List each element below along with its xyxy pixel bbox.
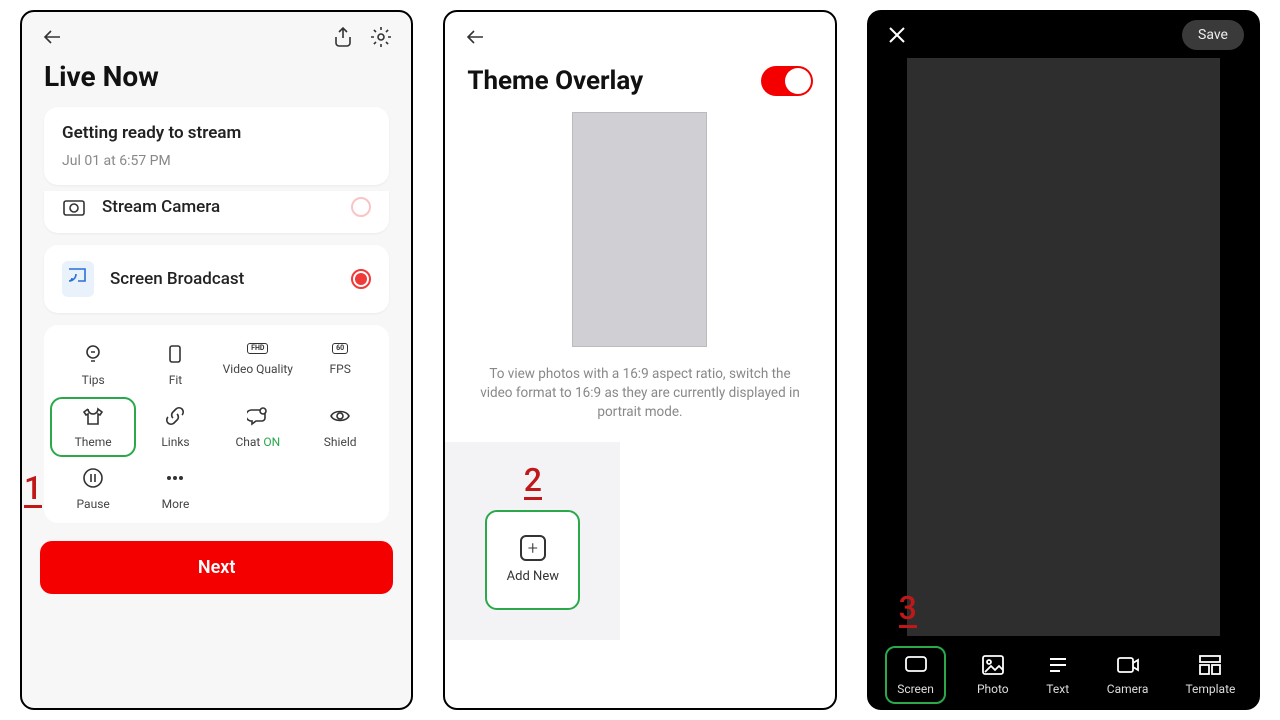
- status-title: Getting ready to stream: [62, 123, 371, 143]
- header: [22, 12, 411, 54]
- screen-live-now: Live Now Getting ready to stream Jul 01 …: [20, 10, 413, 710]
- next-button[interactable]: Next: [40, 541, 393, 594]
- radio-on-icon[interactable]: [351, 269, 371, 289]
- text-icon: [1046, 654, 1070, 676]
- camera-icon: [1116, 654, 1140, 676]
- save-button[interactable]: Save: [1182, 20, 1244, 50]
- eye-icon: [329, 405, 351, 427]
- screen-editor: Save 3 Screen Photo Text Camera T: [867, 10, 1260, 710]
- editor-canvas[interactable]: [907, 58, 1220, 636]
- source-label: Stream Camera: [102, 197, 220, 217]
- add-new-button[interactable]: + Add New: [485, 510, 580, 610]
- camera-icon: [62, 195, 86, 219]
- tool-screen[interactable]: Screen: [885, 646, 946, 704]
- fps-icon: 60: [332, 343, 348, 354]
- option-links[interactable]: Links: [136, 405, 214, 449]
- header: Save: [869, 12, 1258, 58]
- back-button[interactable]: [40, 24, 66, 54]
- screen-theme-overlay: Theme Overlay To view photos with a 16:9…: [443, 10, 836, 710]
- photo-icon: [981, 654, 1005, 676]
- close-button[interactable]: [883, 21, 911, 49]
- screen-icon: [904, 654, 928, 676]
- option-pause[interactable]: Pause: [54, 467, 132, 511]
- options-grid: Tips Fit FHD Video Quality 60 FPS Theme: [44, 325, 389, 523]
- overlay-toggle[interactable]: [761, 66, 813, 96]
- source-screen-broadcast[interactable]: Screen Broadcast: [44, 245, 389, 313]
- settings-icon[interactable]: [369, 25, 393, 53]
- tool-photo[interactable]: Photo: [971, 650, 1015, 700]
- chat-icon: [247, 405, 269, 427]
- fhd-icon: FHD: [247, 343, 268, 354]
- tool-camera[interactable]: Camera: [1101, 650, 1155, 700]
- option-fps[interactable]: 60 FPS: [301, 343, 379, 387]
- tool-template[interactable]: Template: [1179, 650, 1241, 700]
- source-label: Screen Broadcast: [110, 269, 244, 289]
- cast-icon: [62, 261, 94, 297]
- annotation-1: 1: [24, 470, 42, 508]
- option-video-quality[interactable]: FHD Video Quality: [219, 343, 297, 387]
- share-icon[interactable]: [331, 25, 355, 53]
- editor-toolbar: Screen Photo Text Camera Template: [869, 642, 1258, 708]
- overlay-preview: [572, 112, 707, 347]
- more-icon: [164, 467, 186, 489]
- option-shield[interactable]: Shield: [301, 405, 379, 449]
- option-fit[interactable]: Fit: [136, 343, 214, 387]
- annotation-3: 3: [899, 590, 917, 628]
- help-text: To view photos with a 16:9 aspect ratio,…: [445, 347, 834, 442]
- status-timestamp: Jul 01 at 6:57 PM: [62, 153, 371, 169]
- plus-icon: +: [520, 535, 546, 561]
- option-theme[interactable]: Theme: [50, 397, 136, 457]
- page-title: Live Now: [22, 54, 411, 107]
- fit-icon: [164, 343, 186, 365]
- back-button[interactable]: [463, 24, 489, 54]
- radio-off-icon[interactable]: [351, 197, 371, 217]
- lightbulb-icon: [82, 343, 104, 365]
- add-new-area: 2 + Add New: [445, 442, 620, 640]
- pause-icon: [82, 467, 104, 489]
- status-card: Getting ready to stream Jul 01 at 6:57 P…: [44, 107, 389, 185]
- option-tips[interactable]: Tips: [54, 343, 132, 387]
- option-chat[interactable]: Chat ON: [219, 405, 297, 449]
- tool-text[interactable]: Text: [1040, 650, 1076, 700]
- template-icon: [1198, 654, 1222, 676]
- source-stream-camera[interactable]: Stream Camera: [44, 191, 389, 233]
- link-icon: [164, 405, 186, 427]
- shirt-icon: [82, 405, 104, 427]
- annotation-2: 2: [463, 462, 602, 500]
- page-title: Theme Overlay: [467, 66, 643, 96]
- option-more[interactable]: More: [136, 467, 214, 511]
- header: [445, 12, 834, 62]
